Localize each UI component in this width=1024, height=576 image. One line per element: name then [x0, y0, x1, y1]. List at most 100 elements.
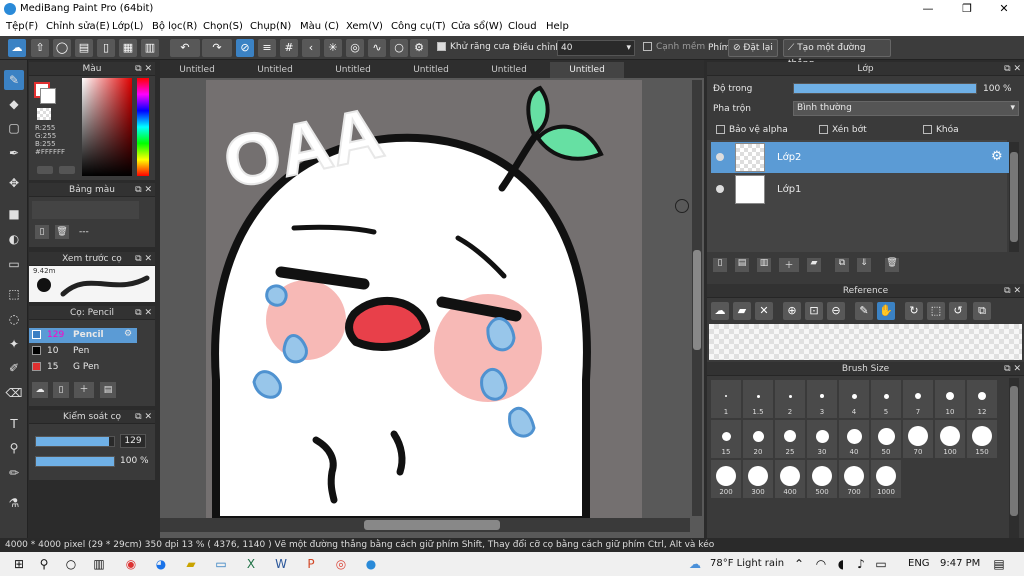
duplicate-icon[interactable]: ⧉ — [835, 258, 849, 272]
flip-icon[interactable]: ⬚ — [927, 302, 945, 320]
brush-size-option[interactable]: 20 — [743, 420, 773, 458]
brush-item-pencil[interactable]: 129 Pencil ⚙ — [29, 328, 137, 343]
gear-icon[interactable]: ⚙ — [991, 149, 1003, 164]
brush-size-option[interactable]: 25 — [775, 420, 805, 458]
brush-size-option[interactable]: 3 — [807, 380, 837, 418]
menu-window[interactable]: Cửa sổ(W) — [451, 21, 503, 32]
adjust-dropdown[interactable]: 40 ▾ — [557, 40, 635, 56]
share-icon[interactable]: ⇧ — [31, 39, 49, 57]
eyedropper-icon[interactable]: ✎ — [855, 302, 873, 320]
panel-close-icon[interactable]: ⧉ ✕ — [1004, 362, 1021, 376]
brush-size-option[interactable]: 1000 — [871, 460, 901, 498]
ellipse-snap-icon[interactable]: ○ — [390, 39, 408, 57]
lasso-tool-icon[interactable]: ◌ — [4, 309, 24, 329]
chevron-up-icon[interactable]: ⌃ — [790, 555, 808, 573]
pen-tool-icon[interactable]: ✒ — [4, 143, 24, 163]
reference-image-area[interactable] — [709, 324, 1022, 360]
brush-size-option[interactable]: 500 — [807, 460, 837, 498]
open-folder-icon[interactable]: ▰ — [733, 302, 751, 320]
grid-icon[interactable]: ▥ — [141, 39, 159, 57]
excel-icon[interactable]: X — [242, 555, 260, 573]
add-layer-menu-icon[interactable]: ＋ — [779, 258, 799, 272]
eraser-tool-icon[interactable]: ◆ — [4, 94, 24, 114]
eye-icon[interactable] — [716, 185, 724, 193]
eye-icon[interactable] — [716, 153, 724, 161]
search-icon[interactable]: ⚲ — [35, 555, 53, 573]
new-layer-icon[interactable]: ▯ — [713, 258, 727, 272]
new-halftone-layer-icon[interactable]: ▤ — [735, 258, 749, 272]
new-brush-icon[interactable]: ▯ — [53, 382, 69, 398]
antialias-checkbox[interactable]: Khử răng cưa — [437, 42, 510, 52]
dropper-tool-icon[interactable]: ✏ — [4, 463, 24, 483]
brush-size-scrollbar[interactable] — [1009, 378, 1019, 538]
fill-rect-tool-icon[interactable]: ■ — [4, 204, 24, 224]
horizontal-scrollbar[interactable] — [160, 518, 690, 532]
create-line-button[interactable]: ⟋ Tạo một đường thẳng — [783, 39, 891, 69]
layout-icon[interactable]: ▦ — [119, 39, 137, 57]
color-mode-button-2[interactable] — [59, 166, 75, 174]
tab-untitled-1[interactable]: Untitled — [160, 62, 234, 78]
vertical-scroll-thumb[interactable] — [693, 250, 701, 350]
reset-view-icon[interactable]: ↺ — [949, 302, 967, 320]
file-explorer-icon[interactable]: ▰ — [182, 555, 200, 573]
speaker-icon[interactable]: ♪ — [852, 555, 870, 573]
menu-select[interactable]: Chọn(S) — [203, 21, 243, 32]
maximize-button[interactable]: ❐ — [953, 2, 981, 16]
reset-button[interactable]: ⊘ Đặt lại — [728, 39, 778, 57]
brush-tool-icon[interactable]: ✎ — [4, 70, 24, 90]
layer-opacity-slider[interactable] — [793, 83, 977, 94]
tab-untitled-2[interactable]: Untitled — [238, 62, 312, 78]
menu-cloud[interactable]: Cloud — [508, 21, 537, 32]
settings-icon[interactable]: ⚙ — [410, 39, 428, 57]
folder-icon[interactable]: ▰ — [807, 258, 821, 272]
menu-color[interactable]: Màu (C) — [300, 21, 339, 32]
parallel-snap-icon[interactable]: ≡ — [258, 39, 276, 57]
fit-icon[interactable]: ⊡ — [805, 302, 823, 320]
select-pen-tool-icon[interactable]: ✐ — [4, 358, 24, 378]
menu-help[interactable]: Help — [546, 21, 569, 32]
brush-size-option[interactable]: 300 — [743, 460, 773, 498]
minimize-button[interactable]: — — [914, 2, 942, 16]
artwork-canvas[interactable]: OAA — [206, 80, 642, 520]
windows-start-icon[interactable]: ⊞ — [10, 555, 28, 573]
menu-view[interactable]: Xem(V) — [346, 21, 383, 32]
brush-size-value[interactable]: 129 — [120, 434, 146, 448]
menu-tools[interactable]: Công cụ(T) — [391, 21, 446, 32]
brush-item-gpen[interactable]: 15 G Pen — [29, 360, 137, 375]
grid-snap-icon[interactable]: # — [280, 39, 298, 57]
add-brush-icon[interactable]: ＋ — [74, 382, 94, 398]
tab-untitled-5[interactable]: Untitled — [472, 62, 546, 78]
widgets-icon[interactable]: ▥ — [90, 555, 108, 573]
bucket-tool-icon[interactable]: ◐ — [4, 229, 24, 249]
text-tool-icon[interactable]: T — [4, 414, 24, 434]
panel-close-icon[interactable]: ⧉ ✕ — [1004, 62, 1021, 76]
tab-untitled-6[interactable]: Untitled — [550, 62, 624, 78]
brush-size-option[interactable]: 15 — [711, 420, 741, 458]
brush-size-option[interactable]: 70 — [903, 420, 933, 458]
layer-scroll-thumb[interactable] — [1010, 152, 1018, 242]
cloud-brush-icon[interactable]: ☁ — [32, 382, 48, 398]
eyedropper-icon[interactable]: ⚗ — [4, 493, 24, 513]
gear-icon[interactable]: ⚙ — [124, 329, 132, 339]
wifi-icon[interactable]: ◠ — [812, 555, 830, 573]
panel-close-icon[interactable]: ⧉ ✕ — [135, 306, 152, 320]
task-view-icon[interactable]: ○ — [62, 555, 80, 573]
trash-icon[interactable]: 🗑 — [885, 258, 899, 272]
language-indicator[interactable]: ENG — [908, 558, 930, 569]
move-tool-icon[interactable]: ✥ — [4, 173, 24, 193]
panel-close-icon[interactable]: ⧉ ✕ — [1004, 284, 1021, 298]
menu-file[interactable]: Tệp(F) — [6, 21, 38, 32]
brush-size-option[interactable]: 7 — [903, 380, 933, 418]
speech-bubble-icon[interactable]: ◯ — [53, 39, 71, 57]
brush-size-option[interactable]: 700 — [839, 460, 869, 498]
close-icon[interactable]: ✕ — [755, 302, 773, 320]
panel-close-icon[interactable]: ⧉ ✕ — [135, 410, 152, 424]
brush-size-option[interactable]: 200 — [711, 460, 741, 498]
protect-alpha-checkbox[interactable]: Bảo vệ alpha — [716, 125, 788, 135]
color-mode-button[interactable] — [37, 166, 53, 174]
powerpoint-icon[interactable]: P — [302, 555, 320, 573]
notification-icon[interactable]: ▤ — [990, 555, 1008, 573]
tab-untitled-3[interactable]: Untitled — [316, 62, 390, 78]
merge-icon[interactable]: ⇓ — [857, 258, 871, 272]
gradient-tool-icon[interactable]: ▭ — [4, 254, 24, 274]
